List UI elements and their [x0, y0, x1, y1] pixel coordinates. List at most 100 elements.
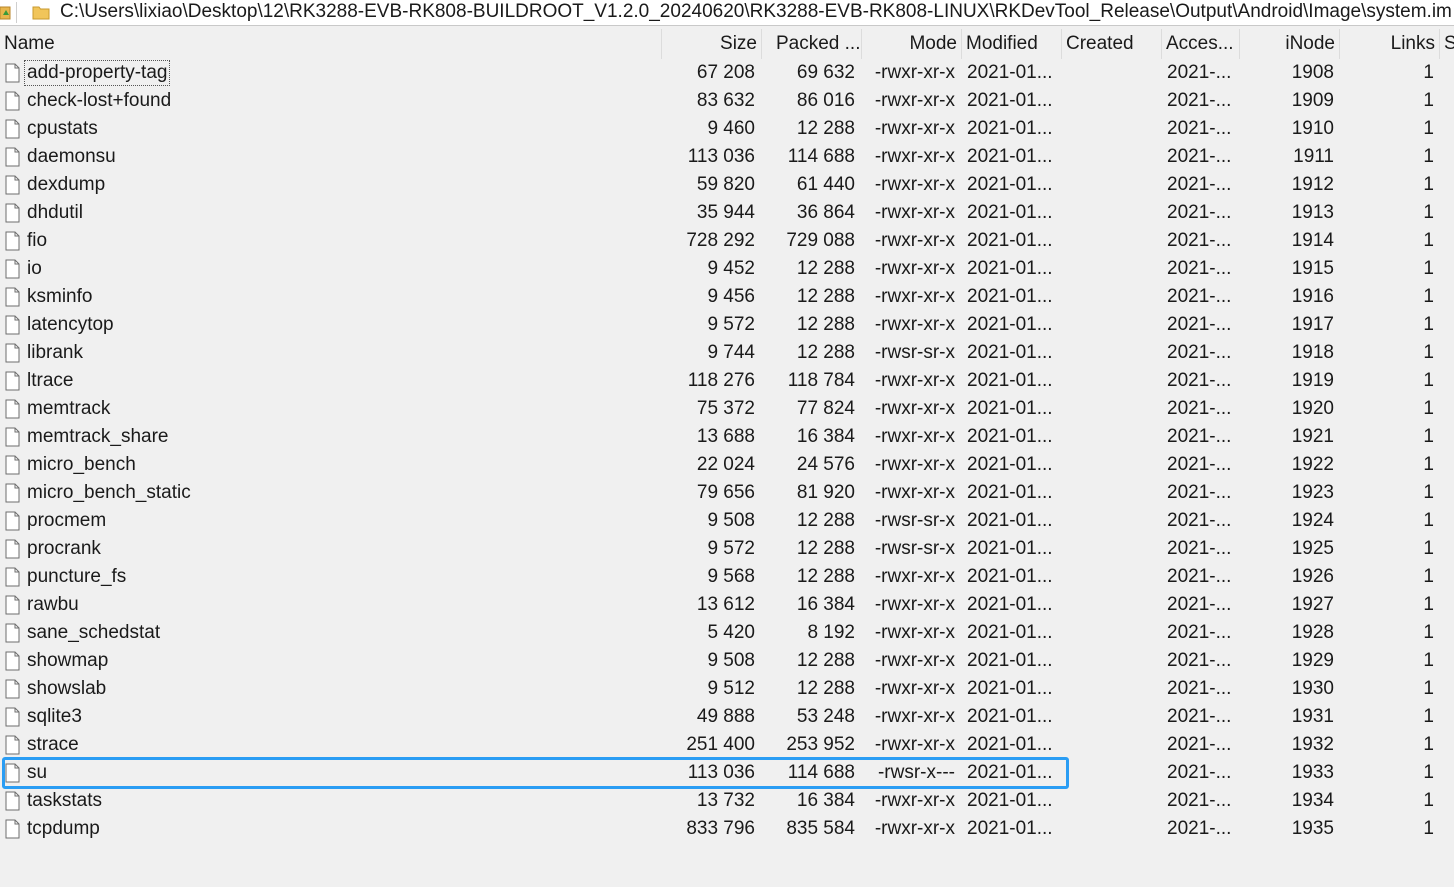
name-cell[interactable]: micro_bench_static	[0, 479, 662, 507]
column-links[interactable]: Links	[1340, 29, 1440, 59]
file-row[interactable]: io 9 452 12 288 -rwxr-xr-x 2021-01... 2021-..…	[0, 255, 1454, 283]
packed-cell: 24 576	[796, 454, 855, 475]
name-cell[interactable]: tcpdump	[0, 815, 662, 843]
name-cell[interactable]: sane_schedstat	[0, 619, 662, 647]
file-row[interactable]: micro_bench_static 79 656 81 920 -rwxr-xr-x…	[0, 479, 1454, 507]
column-name[interactable]: Name	[0, 29, 662, 59]
file-name: showmap	[27, 650, 109, 671]
column-mode[interactable]: Mode	[862, 29, 962, 59]
size-cell: 9 512	[707, 678, 755, 699]
file-row[interactable]: sane_schedstat 5 420 8 192 -rwxr-xr-x 2021-0…	[0, 619, 1454, 647]
name-cell[interactable]: fio	[0, 227, 662, 255]
file-row[interactable]: fio 728 292 729 088 -rwxr-xr-x 2021-01... 202…	[0, 227, 1454, 255]
file-row[interactable]: sqlite3 49 888 53 248 -rwxr-xr-x 2021-01... 2…	[0, 703, 1454, 731]
name-cell[interactable]: dexdump	[0, 171, 662, 199]
links-cell: 1	[1423, 286, 1434, 307]
mode-cell: -rwxr-xr-x	[874, 734, 955, 755]
file-row[interactable]: ksminfo 9 456 12 288 -rwxr-xr-x 2021-01... 20…	[0, 283, 1454, 311]
name-cell[interactable]: daemonsu	[0, 143, 662, 171]
file-row[interactable]: rawbu 13 612 16 384 -rwxr-xr-x 2021-01... 202…	[0, 591, 1454, 619]
created-cell	[1067, 171, 1160, 199]
file-row[interactable]: strace 251 400 253 952 -rwxr-xr-x 2021-01...…	[0, 731, 1454, 759]
column-packed[interactable]: Packed ...	[762, 29, 862, 59]
file-icon	[5, 679, 20, 699]
accessed-cell: 2021-...	[1167, 342, 1232, 363]
file-row[interactable]: memtrack_share 13 688 16 384 -rwxr-xr-x 2021…	[0, 423, 1454, 451]
column-extra[interactable]: S	[1440, 29, 1454, 59]
name-cell[interactable]: librank	[0, 339, 662, 367]
file-row[interactable]: dhdutil 35 944 36 864 -rwxr-xr-x 2021-01... 2…	[0, 199, 1454, 227]
mode-cell: -rwsr-x---	[877, 762, 955, 783]
file-icon	[5, 763, 20, 783]
file-name: dhdutil	[27, 202, 83, 223]
name-cell[interactable]: ksminfo	[0, 283, 662, 311]
file-row[interactable]: daemonsu 113 036 114 688 -rwxr-xr-x 2021-01.…	[0, 143, 1454, 171]
file-row[interactable]: memtrack 75 372 77 824 -rwxr-xr-x 2021-01...…	[0, 395, 1454, 423]
name-cell[interactable]: cpustats	[0, 115, 662, 143]
name-cell[interactable]: io	[0, 255, 662, 283]
file-row[interactable]: procrank 9 572 12 288 -rwsr-sr-x 2021-01... 2…	[0, 535, 1454, 563]
name-cell[interactable]: procrank	[0, 535, 662, 563]
name-cell[interactable]: ltrace	[0, 367, 662, 395]
name-cell[interactable]: dhdutil	[0, 199, 662, 227]
packed-cell: 16 384	[796, 426, 855, 447]
file-name: sane_schedstat	[27, 622, 161, 643]
links-cell: 1	[1423, 790, 1434, 811]
file-row[interactable]: latencytop 9 572 12 288 -rwxr-xr-x 2021-01..…	[0, 311, 1454, 339]
file-row[interactable]: librank 9 744 12 288 -rwsr-sr-x 2021-01... 20…	[0, 339, 1454, 367]
file-row[interactable]: taskstats 13 732 16 384 -rwxr-xr-x 2021-01..…	[0, 787, 1454, 815]
name-cell[interactable]: memtrack_share	[0, 423, 662, 451]
name-cell[interactable]: sqlite3	[0, 703, 662, 731]
file-row[interactable]: micro_bench 22 024 24 576 -rwxr-xr-x 2021-01…	[0, 451, 1454, 479]
column-created[interactable]: Created	[1062, 29, 1162, 59]
name-cell[interactable]: su	[0, 759, 662, 787]
mode-cell: -rwxr-xr-x	[874, 622, 955, 643]
file-icon	[5, 567, 20, 587]
path-bar[interactable]: C:\Users\lixiao\Desktop\12\RK3288-EVB-RK…	[0, 0, 1454, 26]
file-row[interactable]: check-lost+found 83 632 86 016 -rwxr-xr-x 20…	[0, 87, 1454, 115]
modified-cell: 2021-01...	[967, 314, 1053, 335]
file-row[interactable]: puncture_fs 9 568 12 288 -rwxr-xr-x 2021-01.…	[0, 563, 1454, 591]
file-row[interactable]: tcpdump 833 796 835 584 -rwxr-xr-x 2021-01..…	[0, 815, 1454, 843]
created-cell	[1067, 283, 1160, 311]
column-inode[interactable]: iNode	[1240, 29, 1340, 59]
file-row[interactable]: dexdump 59 820 61 440 -rwxr-xr-x 2021-01... 2…	[0, 171, 1454, 199]
created-cell	[1067, 423, 1160, 451]
file-row[interactable]: showslab 9 512 12 288 -rwxr-xr-x 2021-01... 2…	[0, 675, 1454, 703]
current-path[interactable]: C:\Users\lixiao\Desktop\12\RK3288-EVB-RK…	[60, 1, 1452, 23]
name-cell[interactable]: strace	[0, 731, 662, 759]
name-cell[interactable]: showmap	[0, 647, 662, 675]
file-row[interactable]: add-property-tag 67 208 69 632 -rwxr-xr-x 20…	[0, 59, 1454, 87]
file-row[interactable]: showmap 9 508 12 288 -rwxr-xr-x 2021-01... 20…	[0, 647, 1454, 675]
mode-cell: -rwxr-xr-x	[874, 286, 955, 307]
name-cell[interactable]: memtrack	[0, 395, 662, 423]
column-modified[interactable]: Modified	[962, 29, 1062, 59]
name-cell[interactable]: showslab	[0, 675, 662, 703]
inode-cell: 1926	[1291, 566, 1334, 587]
name-cell[interactable]: check-lost+found	[0, 87, 662, 115]
up-folder-icon[interactable]	[0, 3, 12, 22]
file-row[interactable]: ltrace 118 276 118 784 -rwxr-xr-x 2021-01...…	[0, 367, 1454, 395]
file-icon	[5, 119, 20, 139]
file-row[interactable]: cpustats 9 460 12 288 -rwxr-xr-x 2021-01... 2…	[0, 115, 1454, 143]
name-cell[interactable]: puncture_fs	[0, 563, 662, 591]
column-size[interactable]: Size	[662, 29, 762, 59]
inode-cell: 1916	[1291, 286, 1334, 307]
packed-cell: 53 248	[796, 706, 855, 727]
name-cell[interactable]: rawbu	[0, 591, 662, 619]
name-cell[interactable]: procmem	[0, 507, 662, 535]
name-cell[interactable]: micro_bench	[0, 451, 662, 479]
name-cell[interactable]: latencytop	[0, 311, 662, 339]
links-cell: 1	[1423, 118, 1434, 139]
file-name: memtrack_share	[27, 426, 169, 447]
file-icon	[5, 455, 20, 475]
file-row[interactable]: su 113 036 114 688 -rwsr-x--- 2021-01... 2021…	[0, 759, 1454, 787]
column-accessed[interactable]: Acces...	[1162, 29, 1240, 59]
accessed-cell: 2021-...	[1167, 454, 1232, 475]
file-row[interactable]: procmem 9 508 12 288 -rwsr-sr-x 2021-01... 20…	[0, 507, 1454, 535]
name-cell[interactable]: add-property-tag	[0, 59, 662, 87]
file-name: io	[27, 258, 42, 279]
name-cell[interactable]: taskstats	[0, 787, 662, 815]
modified-cell: 2021-01...	[967, 174, 1053, 195]
file-name: tcpdump	[27, 818, 100, 839]
